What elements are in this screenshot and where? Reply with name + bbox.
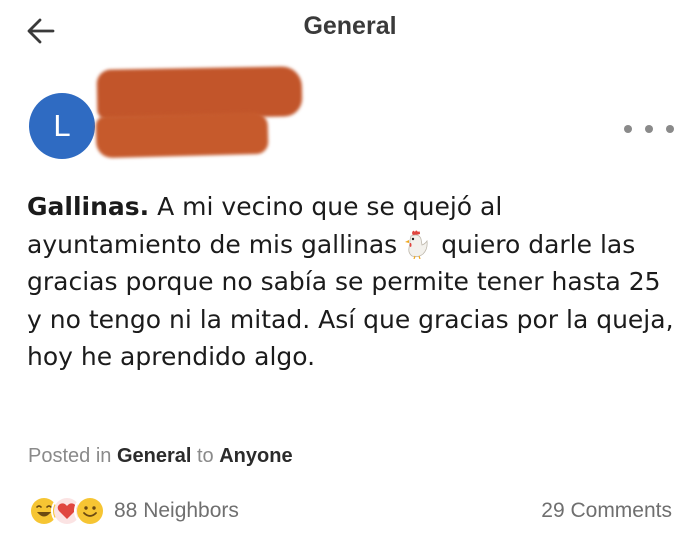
posted-prefix: Posted in	[28, 445, 117, 467]
more-options-button[interactable]	[624, 119, 674, 139]
dot-icon	[666, 125, 674, 133]
post-title: Gallinas.	[27, 192, 150, 221]
dot-icon	[624, 125, 632, 133]
reaction-summary[interactable]	[28, 493, 106, 529]
smile-emoji-icon	[74, 495, 106, 527]
post-body: Gallinas. A mi vecino que se quejó al ay…	[27, 188, 677, 376]
audience-prefix: to	[191, 445, 220, 467]
page-title: General	[303, 12, 397, 40]
comments-count[interactable]: 29 Comments	[541, 499, 672, 523]
posted-in-line: Posted in General to Anyone	[28, 445, 293, 468]
redacted-author-name	[96, 66, 303, 120]
dot-icon	[645, 125, 653, 133]
category-link[interactable]: General	[117, 445, 191, 467]
redacted-author-location	[95, 111, 269, 159]
avatar[interactable]: L	[29, 93, 95, 159]
chicken-icon	[405, 230, 428, 259]
neighbors-reactions-count[interactable]: 88 Neighbors	[114, 499, 239, 523]
audience-link[interactable]: Anyone	[219, 445, 292, 467]
avatar-letter: L	[53, 108, 71, 143]
app-header: General	[0, 0, 700, 62]
